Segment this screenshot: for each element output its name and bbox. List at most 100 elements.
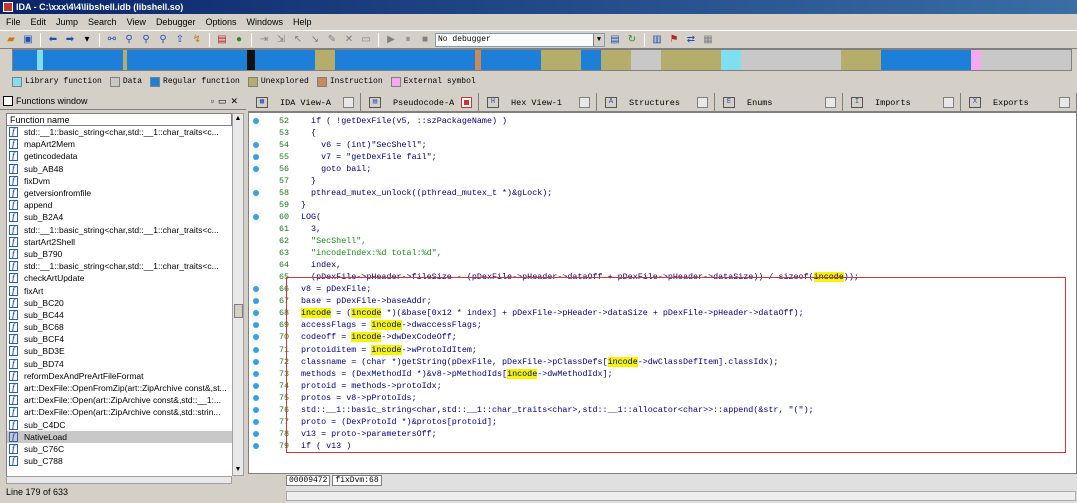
play-icon[interactable]: ▶: [384, 33, 398, 47]
search-next-icon[interactable]: ⚲: [156, 33, 170, 47]
breakpoint-dot-icon[interactable]: [253, 430, 259, 437]
pen-icon[interactable]: ✎: [325, 33, 339, 47]
save-icon[interactable]: ▣: [21, 33, 35, 47]
tab-pseudocode-a[interactable]: ▤ Pseudocode-A: [361, 93, 479, 112]
code-line[interactable]: 60 LOG(: [249, 211, 1076, 222]
function-list-item[interactable]: f reformDexAndPreArtFileFormat: [7, 370, 232, 382]
function-list-item[interactable]: f append: [7, 199, 232, 211]
tab-structures[interactable]: A Structures: [597, 93, 715, 112]
code-line[interactable]: 57 }: [249, 175, 1076, 186]
function-list-item[interactable]: f sub_BC68: [7, 321, 232, 333]
close-tab-icon[interactable]: [697, 97, 708, 108]
code-line[interactable]: 53 {: [249, 127, 1076, 138]
menu-view[interactable]: View: [127, 17, 146, 27]
function-list-item[interactable]: f sub_C4DC: [7, 419, 232, 431]
arrows-icon[interactable]: ⇄: [684, 33, 698, 47]
menu-search[interactable]: Search: [88, 17, 117, 27]
search-binary-icon[interactable]: ⚲: [139, 33, 153, 47]
breakpoint-dot-icon[interactable]: [253, 418, 259, 425]
breakpoint-dot-icon[interactable]: [253, 117, 259, 124]
scroll-thumb[interactable]: [234, 304, 243, 318]
code-line[interactable]: 54 v6 = (int)"SecShell";: [249, 139, 1076, 150]
tile-icon[interactable]: ▥: [650, 33, 664, 47]
function-list-item[interactable]: f std::__1::basic_string<char,std::__1::c…: [7, 260, 232, 272]
function-list[interactable]: f std::__1::basic_string<char,std::__1::c…: [6, 126, 232, 476]
breakpoint-dot-icon[interactable]: [253, 213, 259, 220]
function-list-item[interactable]: f getincodedata: [7, 150, 232, 162]
menu-jump[interactable]: Jump: [56, 17, 78, 27]
code-line[interactable]: 52 if ( !getDexFile(v5, ::szPackageName)…: [249, 115, 1076, 126]
comment-icon[interactable]: ▭: [359, 33, 373, 47]
pause-icon[interactable]: ⏸: [401, 33, 415, 47]
function-list-item[interactable]: f sub_BC44: [7, 309, 232, 321]
menu-windows[interactable]: Windows: [247, 17, 284, 27]
function-list-item[interactable]: f sub_AB48: [7, 163, 232, 175]
breakpoint-dot-icon[interactable]: [253, 165, 259, 172]
graph-icon[interactable]: ▤: [215, 33, 229, 47]
breakpoint-dot-icon[interactable]: [253, 286, 259, 293]
undefine-icon[interactable]: ✕: [342, 33, 356, 47]
open-folder-icon[interactable]: ▰: [4, 33, 18, 47]
menu-debugger[interactable]: Debugger: [156, 17, 196, 27]
breakpoint-dot-icon[interactable]: [253, 322, 259, 329]
menu-help[interactable]: Help: [293, 17, 312, 27]
function-list-item[interactable]: f sub_B2A4: [7, 211, 232, 223]
forward-arrow-icon[interactable]: ➡: [63, 33, 77, 47]
code-line[interactable]: 55 v7 = "getDexFile fail";: [249, 151, 1076, 162]
function-list-item[interactable]: f NativeLoad: [7, 430, 232, 443]
breakpoint-dot-icon[interactable]: [253, 442, 259, 449]
breakpoint-dot-icon[interactable]: [253, 382, 259, 389]
function-list-item[interactable]: f std::__1::basic_string<char,std::__1::c…: [7, 126, 232, 138]
code-line[interactable]: 58 pthread_mutex_unlock((pthread_mutex_t…: [249, 187, 1076, 198]
code-line[interactable]: 59}: [249, 199, 1076, 210]
close-tab-icon[interactable]: [343, 97, 354, 108]
window-controls-icon[interactable]: ▫▭✕: [211, 93, 242, 110]
binoculars-icon[interactable]: ⚯: [105, 33, 119, 47]
close-tab-icon[interactable]: [825, 97, 836, 108]
code-line[interactable]: 64 index,: [249, 260, 1076, 271]
scroll-up-icon[interactable]: ▲: [233, 114, 243, 124]
breakpoint-dot-icon[interactable]: [253, 394, 259, 401]
function-list-item[interactable]: f sub_BC20: [7, 297, 232, 309]
close-tab-icon[interactable]: [943, 97, 954, 108]
breakpoint-dot-icon[interactable]: [253, 153, 259, 160]
breakpoint-dot-icon[interactable]: [253, 346, 259, 353]
function-list-scrollbar[interactable]: ▲ ▼: [232, 113, 244, 476]
tab-hex-view-1[interactable]: H Hex View-1: [479, 93, 597, 112]
tab-ida-view-a[interactable]: ▦ IDA View-A: [248, 93, 361, 112]
menu-edit[interactable]: Edit: [31, 17, 47, 27]
close-tab-icon[interactable]: [579, 97, 590, 108]
tab-exports[interactable]: X Exports: [961, 93, 1077, 112]
stop-icon[interactable]: ■: [418, 33, 432, 47]
code-icon[interactable]: ⇥: [257, 33, 271, 47]
refresh-icon[interactable]: ↻: [625, 33, 639, 47]
up-arrow-icon[interactable]: ⇧: [173, 33, 187, 47]
function-list-item[interactable]: f sub_BCF4: [7, 333, 232, 345]
code-line[interactable]: 62 "SecShell",: [249, 236, 1076, 247]
function-list-hscrollbar[interactable]: [6, 476, 232, 484]
function-list-item[interactable]: f sub_BD3E: [7, 345, 232, 357]
function-list-item[interactable]: f fixDvm: [7, 175, 232, 187]
code-line[interactable]: 56 goto bail;: [249, 163, 1076, 174]
debugger-select[interactable]: No debugger ▼: [435, 32, 605, 47]
function-list-item[interactable]: f sub_C76C: [7, 443, 232, 455]
function-list-item[interactable]: f sub_C788: [7, 455, 232, 467]
code-line[interactable]: 61 3,: [249, 223, 1076, 234]
navigation-band[interactable]: [12, 49, 1072, 71]
cursor-icon[interactable]: ↖: [291, 33, 305, 47]
search-text-icon[interactable]: ⚲: [122, 33, 136, 47]
function-name-column-header[interactable]: Function name: [6, 113, 232, 126]
breakpoint-dot-icon[interactable]: [253, 310, 259, 317]
menu-file[interactable]: File: [6, 17, 21, 27]
function-list-item[interactable]: f checkArtUpdate: [7, 272, 232, 284]
function-list-item[interactable]: f mapArt2Mem: [7, 138, 232, 150]
breakpoint-dot-icon[interactable]: [253, 370, 259, 377]
breakpoint-dot-icon[interactable]: [253, 358, 259, 365]
function-list-item[interactable]: f art::DexFile::OpenFromZip(art::ZipArchi…: [7, 382, 232, 394]
tab-imports[interactable]: I Imports: [843, 93, 961, 112]
function-list-item[interactable]: f sub_BD74: [7, 358, 232, 370]
cursor-down-icon[interactable]: ↘: [308, 33, 322, 47]
breakpoint-dot-icon[interactable]: [253, 189, 259, 196]
dropdown-icon[interactable]: ▾: [80, 33, 94, 47]
debugger-options-icon[interactable]: ▤: [608, 33, 622, 47]
